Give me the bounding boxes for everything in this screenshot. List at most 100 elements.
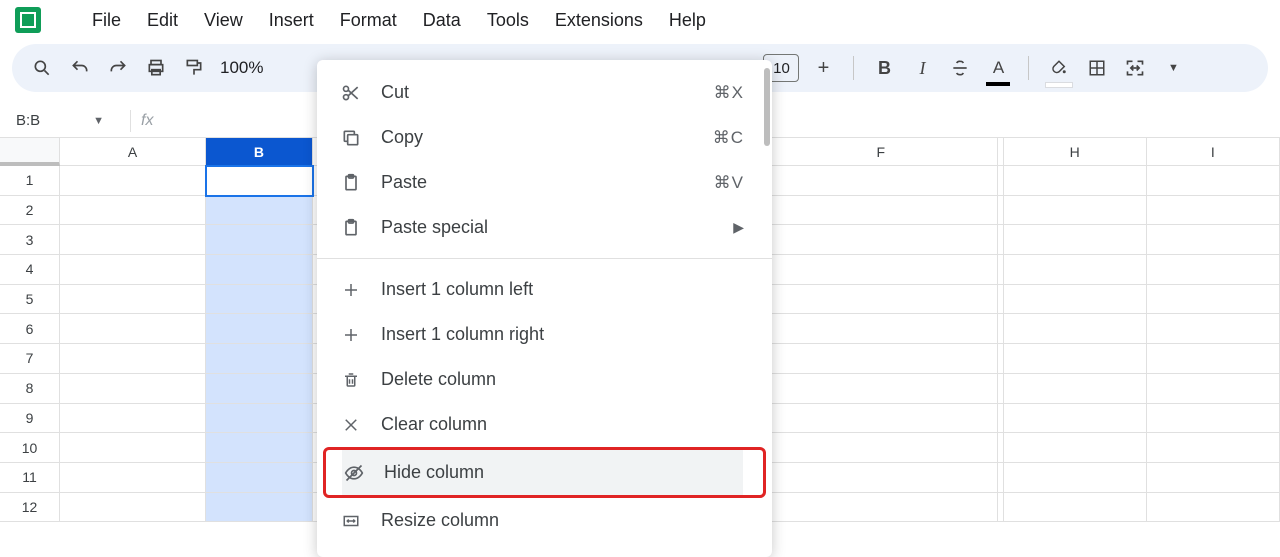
menu-insert[interactable]: Insert — [257, 4, 326, 37]
cell[interactable] — [1004, 285, 1147, 315]
cell[interactable] — [1004, 255, 1147, 285]
row-header[interactable]: 12 — [0, 493, 60, 523]
cell[interactable] — [60, 463, 206, 493]
cell[interactable] — [1004, 344, 1147, 374]
row-header[interactable]: 7 — [0, 344, 60, 374]
menu-item-delete-column[interactable]: Delete column — [317, 357, 772, 402]
more-toolbar-chevron-icon[interactable]: ▼ — [1159, 54, 1187, 82]
cell[interactable] — [1147, 344, 1280, 374]
cell[interactable] — [60, 196, 206, 226]
merge-cells-icon[interactable] — [1121, 54, 1149, 82]
cell[interactable] — [60, 225, 206, 255]
undo-icon[interactable] — [66, 54, 94, 82]
row-header[interactable]: 11 — [0, 463, 60, 493]
context-menu-scrollbar[interactable] — [764, 68, 770, 146]
cell[interactable] — [1004, 374, 1147, 404]
select-all-corner[interactable] — [0, 138, 60, 166]
row-header[interactable]: 8 — [0, 374, 60, 404]
cell[interactable] — [1004, 166, 1147, 196]
cell[interactable] — [765, 374, 998, 404]
cell[interactable] — [765, 344, 998, 374]
menu-help[interactable]: Help — [657, 4, 718, 37]
menu-item-copy[interactable]: Copy ⌘C — [317, 115, 772, 160]
cell[interactable] — [1147, 225, 1280, 255]
cell[interactable] — [765, 493, 998, 523]
cell[interactable] — [206, 374, 313, 404]
cell[interactable] — [765, 196, 998, 226]
menu-edit[interactable]: Edit — [135, 4, 190, 37]
cell[interactable] — [206, 166, 313, 196]
cell[interactable] — [1004, 314, 1147, 344]
row-header[interactable]: 10 — [0, 433, 60, 463]
row-header[interactable]: 6 — [0, 314, 60, 344]
cell[interactable] — [1147, 463, 1280, 493]
menu-data[interactable]: Data — [411, 4, 473, 37]
column-header-i[interactable]: I — [1147, 138, 1280, 166]
cell[interactable] — [765, 314, 998, 344]
menu-item-paste-special[interactable]: Paste special ▶ — [317, 205, 772, 250]
column-header-b[interactable]: B — [206, 138, 313, 166]
cell[interactable] — [60, 404, 206, 434]
cell[interactable] — [765, 404, 998, 434]
cell[interactable] — [206, 314, 313, 344]
cell[interactable] — [765, 166, 998, 196]
cell[interactable] — [206, 463, 313, 493]
menu-view[interactable]: View — [192, 4, 255, 37]
print-icon[interactable] — [142, 54, 170, 82]
column-header-f[interactable]: F — [765, 138, 998, 166]
cell[interactable] — [1147, 255, 1280, 285]
row-header[interactable]: 1 — [0, 166, 60, 196]
row-header[interactable]: 4 — [0, 255, 60, 285]
sheets-logo[interactable] — [8, 6, 48, 34]
cell[interactable] — [765, 463, 998, 493]
cell[interactable] — [765, 285, 998, 315]
cell[interactable] — [1004, 404, 1147, 434]
cell[interactable] — [206, 344, 313, 374]
menu-item-paste[interactable]: Paste ⌘V — [317, 160, 772, 205]
row-header[interactable]: 3 — [0, 225, 60, 255]
cell[interactable] — [765, 255, 998, 285]
cell[interactable] — [1004, 463, 1147, 493]
cell[interactable] — [206, 196, 313, 226]
cell[interactable] — [1147, 493, 1280, 523]
zoom-select[interactable]: 100% — [218, 58, 265, 78]
redo-icon[interactable] — [104, 54, 132, 82]
column-header-a[interactable]: A — [60, 138, 206, 166]
cell[interactable] — [206, 225, 313, 255]
cell[interactable] — [1147, 196, 1280, 226]
cell[interactable] — [1147, 404, 1280, 434]
cell[interactable] — [60, 433, 206, 463]
strikethrough-icon[interactable] — [946, 54, 974, 82]
cell[interactable] — [765, 433, 998, 463]
cell[interactable] — [1147, 433, 1280, 463]
cell[interactable] — [765, 225, 998, 255]
cell[interactable] — [60, 166, 206, 196]
font-size-increase-icon[interactable]: + — [809, 54, 837, 82]
cell[interactable] — [60, 255, 206, 285]
italic-icon[interactable]: I — [908, 54, 936, 82]
menu-item-insert-col-right[interactable]: Insert 1 column right — [317, 312, 772, 357]
row-header[interactable]: 5 — [0, 285, 60, 315]
column-header-h[interactable]: H — [1004, 138, 1147, 166]
text-color-icon[interactable]: A — [984, 54, 1012, 82]
borders-icon[interactable] — [1083, 54, 1111, 82]
search-icon[interactable] — [28, 54, 56, 82]
cell[interactable] — [1147, 314, 1280, 344]
menu-format[interactable]: Format — [328, 4, 409, 37]
menu-item-clear-column[interactable]: Clear column — [317, 402, 772, 447]
cell[interactable] — [206, 255, 313, 285]
fill-color-icon[interactable] — [1045, 54, 1073, 82]
cell[interactable] — [206, 433, 313, 463]
menu-item-resize-column[interactable]: Resize column — [317, 498, 772, 543]
cell[interactable] — [60, 374, 206, 404]
cell[interactable] — [1004, 493, 1147, 523]
cell[interactable] — [206, 493, 313, 523]
menu-file[interactable]: File — [80, 4, 133, 37]
paint-format-icon[interactable] — [180, 54, 208, 82]
cell[interactable] — [206, 285, 313, 315]
menu-extensions[interactable]: Extensions — [543, 4, 655, 37]
cell[interactable] — [206, 404, 313, 434]
cell[interactable] — [60, 314, 206, 344]
cell[interactable] — [1147, 285, 1280, 315]
menu-tools[interactable]: Tools — [475, 4, 541, 37]
